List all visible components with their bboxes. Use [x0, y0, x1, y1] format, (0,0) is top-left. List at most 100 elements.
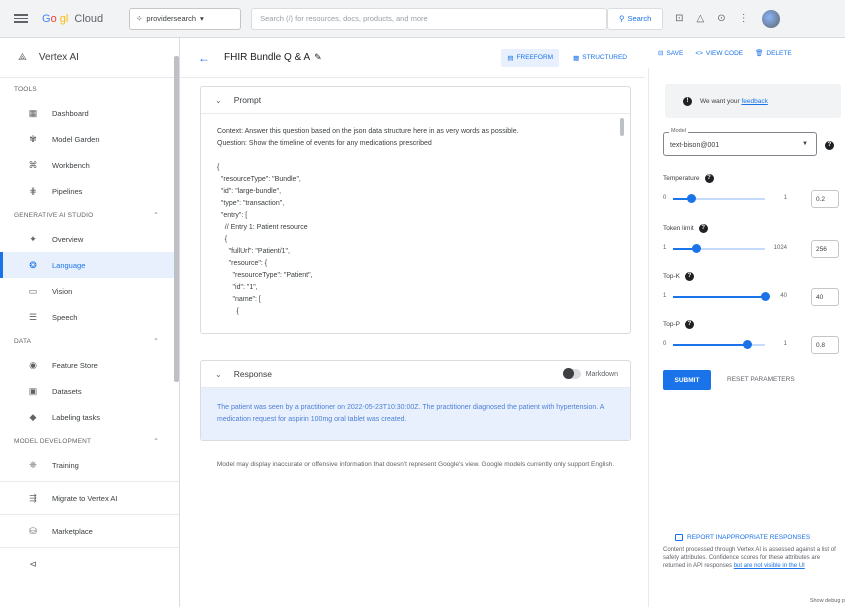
avatar[interactable]	[761, 9, 780, 28]
save-icon: ⊟	[658, 50, 664, 57]
sidebar-item-migrate[interactable]: ⇶ Migrate to Vertex AI	[0, 485, 179, 511]
toggle-switch[interactable]	[562, 368, 581, 379]
info-icon: !	[683, 96, 692, 106]
sidebar-item-pipelines[interactable]: ⋕ Pipelines	[0, 178, 179, 204]
help-icon[interactable]: ?	[704, 174, 714, 183]
prompt-line: Context: Answer this question based on t…	[217, 128, 519, 135]
delete-icon: 🗑︎	[755, 50, 764, 57]
help-icon[interactable]: ?	[825, 141, 834, 150]
slider-min: 0	[663, 341, 667, 347]
model-select[interactable]: Model text-bison@001 ▼	[663, 128, 817, 156]
submit-button[interactable]: SUBMIT	[663, 370, 711, 390]
prompt-scrollbar[interactable]	[620, 118, 624, 136]
prompt-line: Question: Show the timeline of events fo…	[217, 140, 432, 147]
slider-max: 1024	[773, 245, 787, 251]
prompt-textarea[interactable]: Context: Answer this question based on t…	[201, 114, 630, 333]
sidebar-item-model-garden[interactable]: ✾ Model Garden	[0, 126, 179, 152]
help-icon[interactable]: ?	[684, 320, 694, 329]
sidebar-item-dashboard[interactable]: ▦ Dashboard	[0, 100, 179, 126]
param-slider[interactable]: 01	[663, 194, 793, 204]
sidebar-scrollbar[interactable]	[174, 56, 179, 382]
section-model-development[interactable]: MODEL DEVELOPMENT ⌃	[0, 430, 179, 452]
sidebar-item-datasets[interactable]: ▣ Datasets	[0, 378, 179, 404]
sidebar-item-marketplace[interactable]: ⛁ Marketplace	[0, 518, 179, 544]
edit-icon[interactable]: ✎	[314, 52, 322, 63]
section-generative-ai-studio[interactable]: GENERATIVE AI STUDIO ⌃	[0, 204, 179, 226]
section-data[interactable]: DATA ⌃	[0, 330, 179, 352]
prompt-line: "resourceType": "Bundle",	[217, 176, 301, 183]
parameters-panel: ! We want your feedback Model text-bison…	[648, 68, 845, 607]
help-icon[interactable]: ?	[684, 272, 694, 281]
slider-track[interactable]	[673, 194, 765, 203]
code-icon: <>	[695, 49, 703, 57]
prompt-line: "id": "1",	[217, 284, 258, 291]
response-header[interactable]: ⌄ Response Markdown	[201, 361, 630, 388]
collapse-sidebar-button[interactable]: ⊲	[0, 551, 179, 577]
save-button[interactable]: ⊟ SAVE	[658, 49, 683, 58]
prompt-header[interactable]: ⌄ Prompt	[201, 87, 630, 114]
google-cloud-logo[interactable]: Go gl Cloud	[42, 13, 103, 25]
search-input[interactable]: Search (/) for resources, docs, products…	[251, 7, 608, 30]
slider-min: 1	[663, 245, 667, 251]
search-placeholder: Search (/) for resources, docs, products…	[260, 14, 428, 23]
slider-thumb[interactable]	[692, 244, 701, 253]
sidebar-item-speech[interactable]: ☰ Speech	[0, 304, 179, 330]
chevron-down-icon: ⌄	[215, 95, 222, 105]
label-icon: ◆	[29, 411, 37, 422]
sidebar-item-feature-store[interactable]: ◉ Feature Store	[0, 352, 179, 378]
more-vert-icon[interactable]: ⋮	[739, 13, 749, 24]
param-value-input[interactable]: 256	[811, 240, 839, 258]
slider-thumb[interactable]	[687, 194, 697, 203]
reset-parameters-button[interactable]: RESET PARAMETERS	[727, 376, 795, 383]
menu-icon[interactable]	[14, 14, 28, 23]
prompt-line	[217, 150, 614, 162]
sidebar-item-training[interactable]: ❈ Training	[0, 452, 179, 478]
slider-track[interactable]	[673, 340, 765, 349]
slider-thumb[interactable]	[761, 292, 770, 301]
markdown-toggle[interactable]: Markdown	[562, 368, 618, 379]
freeform-tab[interactable]: ▤ FREEFORM	[501, 48, 560, 67]
prompt-label: Prompt	[233, 95, 262, 105]
param-value-input[interactable]: 0.2	[811, 190, 839, 208]
report-button[interactable]: REPORT INAPPROPRIATE RESPONSES	[675, 534, 810, 541]
delete-button[interactable]: 🗑︎ DELETE	[755, 49, 792, 58]
prompt-line: "resourceType": "Patient",	[217, 272, 313, 279]
slider-track[interactable]	[673, 244, 765, 253]
param-slider[interactable]: 1 40	[663, 292, 793, 302]
sidebar-item-language[interactable]: ❂ Language	[0, 252, 179, 278]
sidebar-header: ⟁ Vertex AI	[0, 38, 179, 78]
sidebar-item-overview[interactable]: ✦ Overview	[0, 226, 179, 252]
view-code-button[interactable]: <> VIEW CODE	[695, 50, 743, 57]
safety-link[interactable]: but are not visible in the UI	[734, 563, 805, 569]
param-value-input[interactable]: 0.8	[811, 336, 839, 354]
top-bar: Go gl Cloud ⁘ providersearch ▾ Search (/…	[0, 0, 845, 38]
param-slider[interactable]: 1 1024	[663, 244, 793, 254]
param-value-input[interactable]: 40	[811, 288, 839, 306]
divider	[0, 481, 179, 482]
notifications-icon[interactable]: △	[697, 13, 705, 24]
sidebar-item-labeling-tasks[interactable]: ◆ Labeling tasks	[0, 404, 179, 430]
slider-track[interactable]	[673, 292, 770, 301]
show-debug-button[interactable]: Show debug p	[810, 598, 845, 604]
vision-icon: ▭	[28, 285, 38, 296]
chevron-up-icon: ⌃	[153, 438, 159, 445]
help-icon[interactable]: ?	[698, 224, 708, 233]
sidebar-item-vision[interactable]: ▭ Vision	[0, 278, 179, 304]
back-arrow-icon[interactable]: ←	[198, 51, 210, 65]
structured-tab[interactable]: ▦ STRUCTURED	[567, 49, 633, 67]
search-button[interactable]: ⚲ Search	[607, 7, 664, 30]
project-name: providersearch	[146, 14, 197, 23]
training-icon: ❈	[29, 459, 37, 470]
response-panel: ⌄ Response Markdown The patient was seen…	[200, 360, 631, 441]
param-label: Temperature?	[663, 174, 714, 183]
sidebar-item-workbench[interactable]: ⌘ Workbench	[0, 152, 179, 178]
section-tools: TOOLS	[14, 85, 37, 93]
slider-thumb[interactable]	[742, 340, 752, 349]
overview-icon: ✦	[29, 233, 37, 244]
cloud-shell-icon[interactable]: ⊡	[675, 13, 683, 24]
param-slider[interactable]: 01	[663, 340, 793, 350]
project-selector[interactable]: ⁘ providersearch ▾	[129, 7, 242, 30]
feedback-link[interactable]: feedback	[741, 98, 767, 105]
chevron-down-icon: ⌄	[215, 369, 222, 379]
help-icon[interactable]: ⊙	[717, 13, 725, 24]
